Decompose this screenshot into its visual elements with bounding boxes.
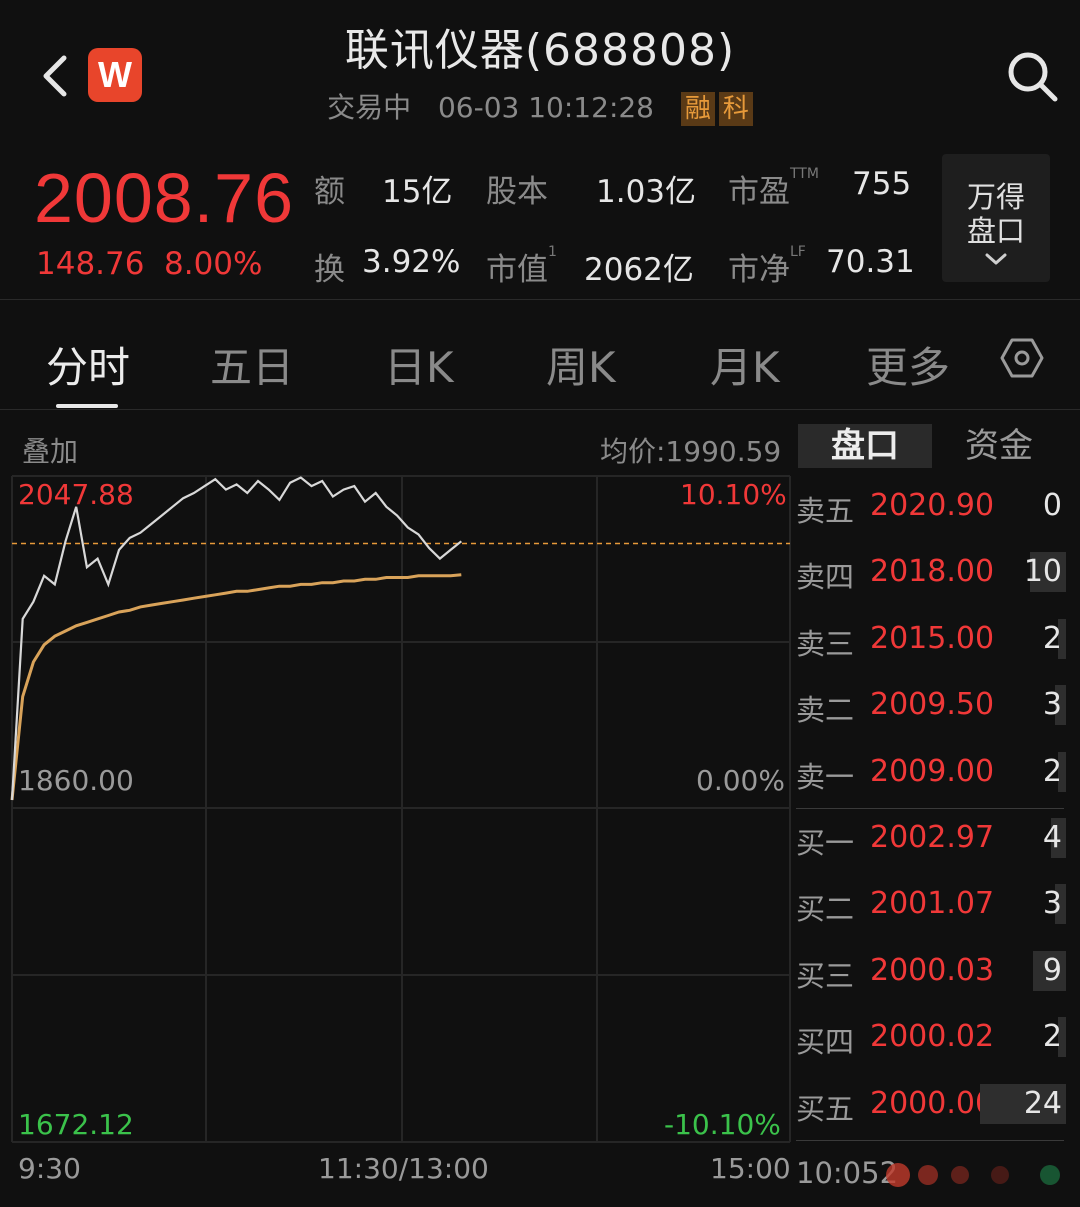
orderbook-volume: 0: [1042, 488, 1062, 523]
x-axis-start-label: 9:30: [18, 1152, 81, 1185]
quote-panel: 2008.76 148.76 8.00% 额 15亿 股本 1.03亿 市盈TT…: [0, 140, 1080, 300]
orderbook-level-label: 卖四: [796, 560, 855, 595]
orderbook-volume: 4: [1042, 820, 1062, 855]
chevron-down-icon: [985, 253, 1007, 265]
pb-label: 市净LF: [728, 244, 806, 288]
orderbook-volume: 2: [1042, 620, 1062, 656]
x-axis-mid-label: 11:30/13:00: [318, 1152, 489, 1185]
bid-row-2[interactable]: 买二 2001.07 3: [796, 876, 1072, 936]
ask-row-4[interactable]: 卖二 2009.50 3: [796, 677, 1072, 737]
pb-lf-sup: LF: [790, 244, 806, 260]
shares-value: 1.03亿: [596, 174, 697, 210]
orderbook-price: 2000.00: [870, 1085, 995, 1121]
y-axis-top-label: 2047.88: [18, 478, 134, 511]
top-header: W 联讯仪器(688808) 交易中 06-03 10:12:28 融科: [0, 0, 1080, 140]
mktcap-sup: 1: [548, 244, 557, 260]
amount-label: 额: [314, 174, 345, 210]
timestamp: 06-03 10:12:28: [437, 91, 654, 124]
ask-row-1[interactable]: 卖五 2020.90 0: [796, 478, 1072, 538]
tab-monthly-k[interactable]: 月K: [710, 334, 780, 395]
search-icon[interactable]: [1004, 48, 1060, 104]
active-tab-indicator: [56, 404, 118, 408]
orderbook-level-label: 卖一: [796, 759, 855, 794]
shares-label: 股本: [486, 174, 548, 210]
orderbook-level-label: 卖五: [796, 494, 855, 528]
pe-ttm-sup: TTM: [790, 166, 819, 182]
pct-axis-mid-label: 0.00%: [696, 764, 785, 797]
mktcap-label: 市值1: [486, 244, 557, 288]
orderbook-volume: 2: [1042, 1019, 1062, 1055]
orderbook-price: 2001.07: [870, 886, 995, 922]
orderbook-level-label: 买二: [796, 892, 855, 927]
tab-more[interactable]: 更多: [866, 334, 950, 395]
ask-row-2[interactable]: 卖四 2018.00 10: [796, 544, 1072, 604]
depth-button-line2: 盘口: [966, 214, 1025, 248]
orderbook-price: 2009.00: [870, 753, 995, 789]
ask-row-3[interactable]: 卖三 2015.00 2: [796, 611, 1072, 671]
settings-icon[interactable]: [1000, 336, 1044, 380]
x-axis-end-label: 15:00: [710, 1152, 791, 1185]
chart-grid: [11, 475, 791, 1143]
orderbook-price: 2020.90: [870, 488, 995, 523]
orderbook-level-label: 买三: [796, 958, 855, 993]
orderbook-price: 2018.00: [870, 554, 995, 590]
turnover-value: 3.92%: [362, 244, 461, 280]
orderbook-volume: 2: [1042, 753, 1062, 789]
orderbook-volume: 24: [1023, 1085, 1062, 1121]
trading-status: 交易中: [327, 91, 412, 124]
current-price: 2008.76: [34, 159, 295, 237]
mktcap-value: 2062亿: [584, 252, 694, 288]
price-line: [10, 476, 462, 801]
star-market-tag: 科: [718, 92, 753, 126]
price-change: 148.76: [36, 246, 145, 282]
orderbook-level-label: 卖二: [796, 693, 855, 728]
orderbook-price: 2015.00: [870, 620, 995, 656]
orderbook-volume: 10: [1023, 554, 1062, 590]
orderbook-volume: 3: [1042, 886, 1062, 922]
average-price-label: 均价:1990.59: [600, 435, 782, 468]
pb-value: 70.31: [826, 244, 915, 280]
ask-bid-divider: [796, 808, 1064, 809]
turnover-label: 换: [314, 252, 345, 288]
overlay-button[interactable]: 叠加: [22, 430, 78, 470]
watermark-logo: [886, 1163, 1060, 1187]
tab-five-day[interactable]: 五日: [210, 334, 294, 395]
orderbook-price: 2009.50: [870, 687, 995, 723]
orderbook-level-label: 买五: [796, 1091, 855, 1126]
orderbook-volume: 9: [1042, 952, 1062, 988]
pct-axis-bottom-label: -10.10%: [664, 1108, 781, 1141]
tab-intraday[interactable]: 分时: [46, 334, 130, 395]
orderbook-level-label: 买四: [796, 1025, 855, 1060]
bid-row-1[interactable]: 买一 2002.97 4: [796, 810, 1072, 870]
tab-orderbook[interactable]: 盘口: [798, 424, 932, 468]
pct-axis-top-label: 10.10%: [680, 478, 787, 511]
orderbook-price: 2000.03: [870, 952, 995, 988]
bid-row-3[interactable]: 买三 2000.03 9: [796, 943, 1072, 1003]
pe-label: 市盈TTM: [728, 166, 819, 210]
pe-value: 755: [852, 166, 912, 202]
price-change-percent: 8.00%: [164, 246, 263, 282]
margin-tag: 融: [680, 92, 715, 126]
y-axis-mid-label: 1860.00: [18, 764, 134, 797]
y-axis-bottom-label: 1672.12: [18, 1108, 134, 1141]
orderbook-level-label: 卖三: [796, 626, 855, 661]
orderbook-bottom-divider: [796, 1140, 1064, 1141]
bid-row-4[interactable]: 买四 2000.02 2: [796, 1009, 1072, 1069]
orderbook-level-label: 买一: [796, 826, 855, 860]
bid-row-5[interactable]: 买五 2000.00 24: [796, 1076, 1072, 1136]
orderbook-volume: 3: [1042, 687, 1062, 723]
stock-title: 联讯仪器(688808): [344, 25, 736, 76]
amount-value: 15亿: [382, 174, 453, 210]
trading-status-line: 交易中 06-03 10:12:28 融科: [0, 86, 1080, 126]
ask-row-5[interactable]: 卖一 2009.00 2: [796, 744, 1072, 804]
period-tabs: 分时 五日 日K 周K 月K 更多: [0, 310, 1080, 410]
tab-funds[interactable]: 资金: [932, 424, 1066, 468]
tab-daily-k[interactable]: 日K: [384, 334, 454, 395]
wind-depth-button[interactable]: 万得 盘口: [942, 154, 1050, 282]
tab-weekly-k[interactable]: 周K: [546, 334, 616, 395]
orderbook-price: 2002.97: [870, 820, 995, 855]
orderbook-tabs: 盘口 资金: [798, 424, 1068, 472]
orderbook-price: 2000.02: [870, 1019, 995, 1055]
